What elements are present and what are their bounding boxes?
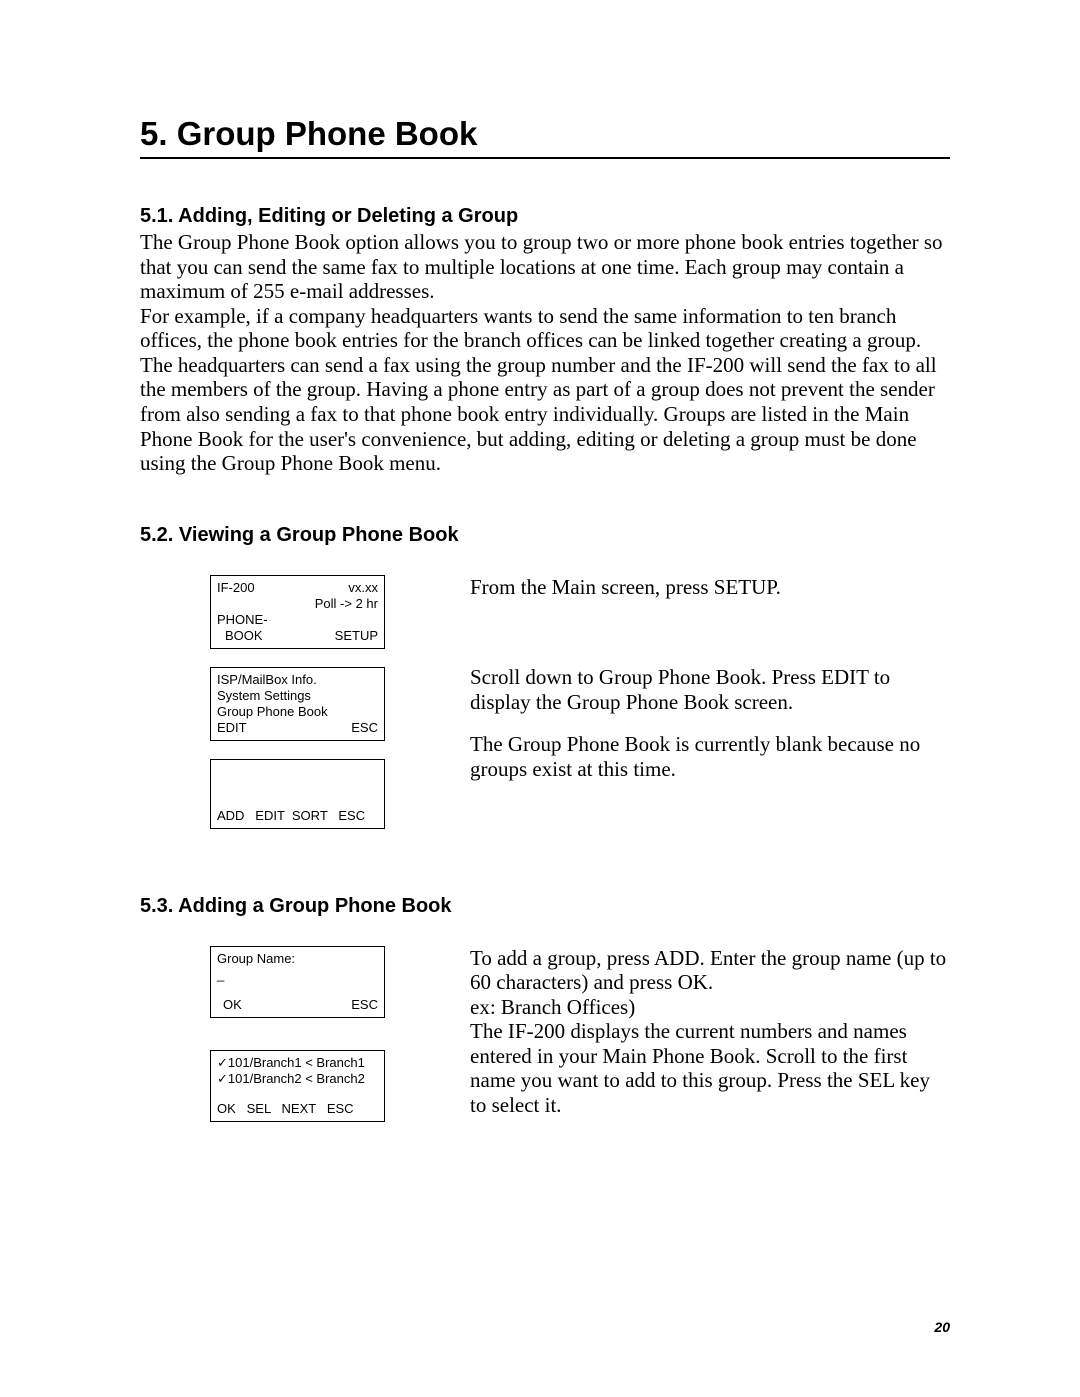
chapter-title: 5. Group Phone Book (140, 115, 950, 153)
section-5-3-step1: To add a group, press ADD. Enter the gro… (470, 946, 950, 995)
screen-text: System Settings (217, 688, 378, 704)
title-rule (140, 157, 950, 159)
screen-text: ESC (351, 720, 378, 736)
screen-text: ✓101/Branch1 < Branch1 (217, 1055, 378, 1071)
screen-group-select: ✓101/Branch1 < Branch1 ✓101/Branch2 < Br… (210, 1050, 385, 1122)
screen-text: Poll -> 2 hr (315, 596, 378, 612)
screen-text: Group Name: (217, 951, 378, 967)
section-5-1-head: 5.1. Adding, Editing or Deleting a Group (140, 205, 950, 228)
section-5-1-p2: For example, if a company headquarters w… (140, 304, 950, 476)
section-5-3-head: 5.3. Adding a Group Phone Book (140, 895, 950, 918)
section-5-2-step2: Scroll down to Group Phone Book. Press E… (470, 665, 950, 714)
section-5-3-screens: Group Name: _ OK ESC ✓101/Branch1 < Bran… (140, 946, 470, 1140)
screen-text: OK SEL NEXT ESC (217, 1101, 378, 1117)
screen-settings-menu: ISP/MailBox Info. System Settings Group … (210, 667, 385, 741)
screen-text: BOOK (217, 628, 263, 644)
section-5-1-p1: The Group Phone Book option allows you t… (140, 230, 950, 304)
screen-text: ADD EDIT SORT ESC (217, 808, 378, 824)
section-5-3-step2: The IF-200 displays the current numbers … (470, 1019, 950, 1117)
screen-group-name: Group Name: _ OK ESC (210, 946, 385, 1018)
screen-text: ISP/MailBox Info. (217, 672, 378, 688)
screen-text: vx.xx (348, 580, 378, 596)
section-5-3-step1b: ex: Branch Offices) (470, 995, 950, 1020)
screen-text: Group Phone Book (217, 704, 378, 720)
document-page: 5. Group Phone Book 5.1. Adding, Editing… (0, 0, 1080, 1397)
section-5-2-head: 5.2. Viewing a Group Phone Book (140, 524, 950, 547)
screen-text: _ (217, 967, 378, 983)
screen-text: PHONE- (217, 612, 378, 628)
screen-main: IF-200 vx.xx Poll -> 2 hr PHONE- BOOK SE… (210, 575, 385, 649)
screen-text: SETUP (335, 628, 378, 644)
screen-text: OK (217, 997, 242, 1013)
section-5-2-screens: IF-200 vx.xx Poll -> 2 hr PHONE- BOOK SE… (140, 575, 470, 847)
section-5-2-step3: The Group Phone Book is currently blank … (470, 732, 950, 781)
screen-text: ESC (351, 997, 378, 1013)
screen-group-blank: ADD EDIT SORT ESC (210, 759, 385, 829)
screen-text: ✓101/Branch2 < Branch2 (217, 1071, 378, 1087)
page-number: 20 (934, 1319, 950, 1335)
section-5-2-step1: From the Main screen, press SETUP. (470, 575, 950, 600)
screen-text: EDIT (217, 720, 247, 736)
screen-text: IF-200 (217, 580, 255, 596)
